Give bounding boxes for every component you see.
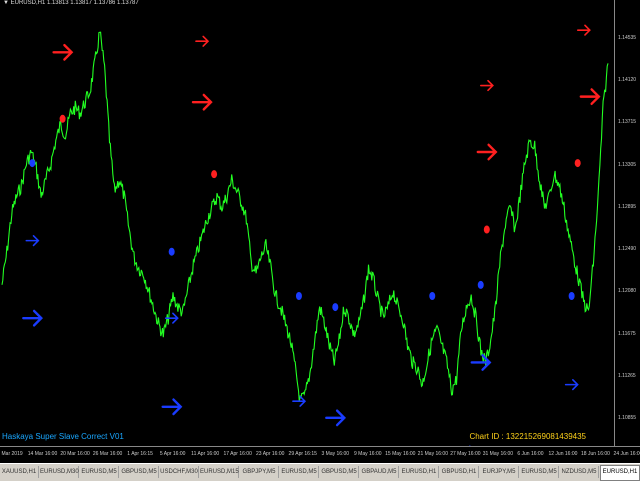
buy-arrow-icon [564, 379, 579, 391]
buy-signal-dot [168, 247, 175, 256]
chart-tab[interactable]: NZDUSD,M5 [560, 466, 599, 478]
time-tick-label: 20 Mar 16:00 [60, 451, 90, 457]
sell-signal-dot [483, 225, 490, 234]
price-tick-label: 1.11675 [618, 330, 636, 337]
triangle-icon: ▼ [3, 0, 11, 6]
chart-tab[interactable]: EURJPY,M5 [480, 466, 519, 478]
sell-arrow-icon [195, 35, 210, 47]
price-tick-label: 1.10855 [618, 415, 637, 421]
time-tick-label: 15 May 16:00 [385, 451, 416, 457]
time-tick-label: 14 Mar 16:00 [27, 451, 58, 457]
price-tick-label: 1.13305 [618, 161, 637, 168]
time-tick-label: 24 Jun 16:00 [613, 451, 640, 457]
buy-signal-dot [568, 292, 575, 300]
chart-area[interactable]: ▼ EURUSD,H1 1.13813 1.13817 1.13786 1.13… [0, 0, 614, 446]
chart-tab[interactable]: EURUSD,M30 [40, 466, 79, 478]
sell-signal-dot [574, 159, 581, 168]
price-tick-label: 1.13715 [618, 119, 637, 126]
price-tick-label: 1.14120 [618, 77, 637, 84]
buy-arrow-icon [161, 398, 183, 416]
sell-arrow-icon [52, 43, 74, 61]
chart-tab[interactable]: EURUSD,H1 [600, 465, 640, 481]
price-tick-label: 1.11265 [618, 372, 636, 379]
indicator-caption: Haskaya Super Slave Correct V01 [2, 432, 124, 441]
time-tick-label: 29 Apr 16:15 [288, 451, 317, 457]
price-tick-label: 1.12895 [618, 203, 637, 210]
time-tick-label: 6 Jun 16:00 [517, 451, 544, 457]
chart-tab[interactable]: EURUSD,M5 [80, 466, 119, 478]
time-tick-label: 1 Apr 16:15 [127, 451, 153, 457]
symbol-info-text: EURUSD,H1 1.13813 1.13817 1.13786 1.1378… [10, 0, 139, 6]
buy-signal-dot [295, 292, 302, 300]
chart-tab[interactable]: EURUSD,M5 [280, 466, 319, 478]
sell-arrow-icon [191, 93, 213, 111]
buy-signal-dot [477, 280, 484, 289]
buy-signal-dot [29, 159, 36, 168]
buy-signal-dot [429, 292, 436, 300]
time-tick-label: 21 May 16:00 [417, 451, 448, 457]
sell-signal-dot [59, 114, 66, 123]
chart-tab[interactable]: EURUSD,M5 [520, 466, 559, 478]
buy-arrow-icon [470, 354, 492, 371]
chart-tab[interactable]: GBPJPY,M5 [240, 466, 279, 478]
chart-tab[interactable]: GBPUSD,H1 [440, 466, 479, 478]
time-tick-label: 3 May 16:00 [321, 451, 350, 457]
chart-tab-bar: XAUUSD,H1 EURUSD,M30 EURUSD,M5 GBPUSD,M5 USD… [0, 463, 640, 481]
time-tick-label: 26 Mar 16:00 [92, 451, 123, 457]
chart-tab[interactable]: GBPUSD,M5 [120, 466, 159, 478]
sell-arrow-icon [480, 79, 494, 92]
buy-arrow-icon [325, 409, 346, 427]
symbol-info: ▼ EURUSD,H1 1.13813 1.13817 1.13786 1.13… [3, 0, 139, 6]
sell-signal-dot [211, 170, 218, 179]
time-tick-label: 12 Jun 16:00 [548, 451, 578, 457]
buy-arrow-icon [25, 235, 40, 247]
buy-arrow-icon [22, 309, 43, 327]
price-tick-label: 1.14535 [618, 35, 637, 41]
time-axis[interactable]: 8 Mar 2019 14 Mar 16:0020 Mar 16:0026 Mar… [0, 446, 640, 464]
time-tick-label: 27 May 16:00 [450, 451, 481, 457]
time-tick-label: 9 May 16:00 [354, 451, 382, 457]
time-tick-label: 23 Apr 16:00 [256, 451, 285, 457]
chart-tab[interactable]: USDCHF,M30 [160, 466, 199, 478]
time-tick-label: 5 Apr 16:00 [159, 451, 186, 457]
price-tick-label: 1.12490 [618, 246, 637, 253]
chart-id-label: Chart ID : 132215269081439435 [469, 432, 586, 441]
time-tick-label: 17 Apr 16:00 [223, 451, 252, 457]
price-line-series [1, 31, 609, 402]
time-tick-label: 18 Jun 16:00 [581, 451, 610, 457]
chart-tab[interactable]: XAUUSD,H1 [0, 466, 39, 478]
time-tick-label: 31 May 16:00 [482, 451, 514, 457]
time-tick-label: 11 Apr 16:00 [191, 451, 220, 457]
sell-arrow-icon [576, 24, 591, 36]
chart-tab[interactable]: EURUSD,M15 [200, 466, 239, 478]
sell-arrow-icon [476, 143, 498, 161]
time-tick-label: 8 Mar 2019 [0, 451, 23, 457]
price-axis[interactable]: 1.14535 1.14120 1.13715 1.13305 1.12895 1.124… [614, 0, 640, 446]
chart-tab[interactable]: GBPUSD,M5 [320, 466, 359, 478]
chart-tab[interactable]: EURUSD,H1 [400, 466, 439, 478]
price-tick-label: 1.12080 [618, 288, 637, 295]
chart-tab[interactable]: GBPAUD,M5 [360, 466, 399, 478]
sell-arrow-icon [579, 88, 601, 106]
price-chart [1, 24, 609, 446]
buy-signal-dot [332, 303, 339, 312]
